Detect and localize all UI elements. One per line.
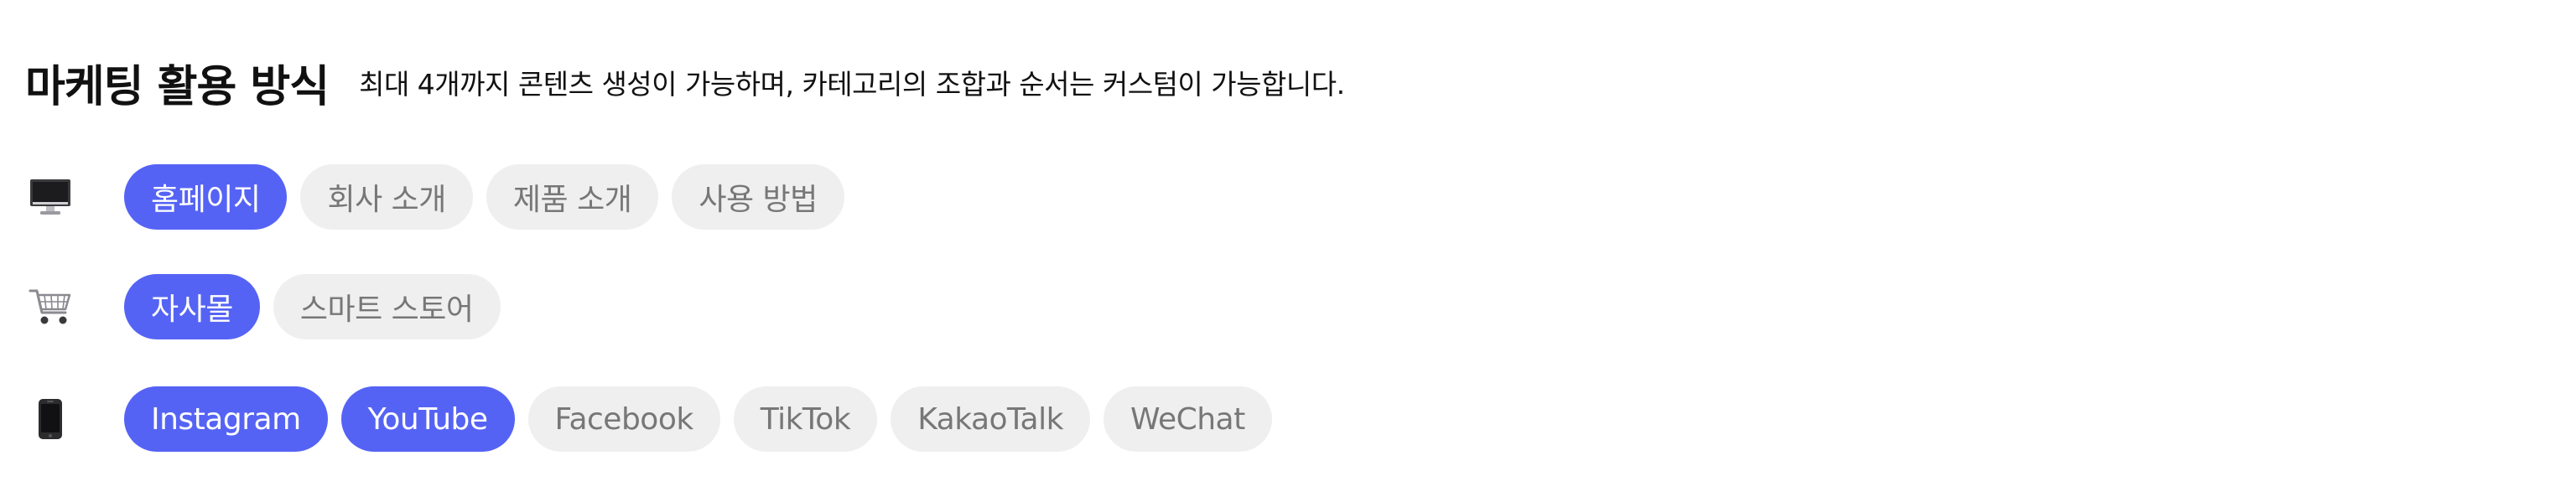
chip-tiktok[interactable]: TikTok — [733, 386, 878, 452]
chip-company-intro[interactable]: 회사 소개 — [300, 164, 473, 230]
shopping-cart-icon — [25, 282, 75, 332]
category-row-store: 자사몰 스마트 스토어 — [25, 273, 501, 340]
chip-label: Facebook — [554, 401, 694, 437]
chip-label: 스마트 스토어 — [299, 293, 474, 327]
chip-wechat[interactable]: WeChat — [1103, 386, 1272, 452]
chip-facebook[interactable]: Facebook — [527, 386, 720, 452]
chip-label: 제품 소개 — [512, 183, 632, 217]
chip-label: 자사몰 — [151, 293, 233, 327]
chip-group-social: Instagram YouTube Facebook TikTok KakaoT… — [124, 386, 1272, 453]
chip-group-store: 자사몰 스마트 스토어 — [124, 273, 501, 340]
chip-product-intro[interactable]: 제품 소개 — [486, 164, 659, 230]
chip-label: WeChat — [1130, 401, 1245, 437]
chip-label: 사용 방법 — [699, 183, 818, 217]
chip-label: TikTok — [760, 401, 851, 437]
section-description: 최대 4개까지 콘텐츠 생성이 가능하며, 카테고리의 조합과 순서는 커스텀이… — [359, 68, 1345, 101]
mobile-phone-icon — [25, 394, 75, 444]
chip-homepage[interactable]: 홈페이지 — [124, 164, 288, 230]
category-row-homepage: 홈페이지 회사 소개 제품 소개 사용 방법 — [25, 163, 844, 230]
chip-label: Instagram — [151, 401, 301, 437]
chip-own-mall[interactable]: 자사몰 — [124, 274, 260, 339]
chip-kakaotalk[interactable]: KakaoTalk — [891, 386, 1090, 452]
section-header: 마케팅 활용 방식 최대 4개까지 콘텐츠 생성이 가능하며, 카테고리의 조합… — [25, 49, 1345, 116]
chip-label: YouTube — [367, 401, 488, 437]
category-row-social: Instagram YouTube Facebook TikTok KakaoT… — [25, 386, 1272, 453]
chip-instagram[interactable]: Instagram — [124, 386, 328, 452]
chip-label: 회사 소개 — [327, 183, 446, 217]
desktop-computer-icon — [25, 172, 75, 222]
chip-group-homepage: 홈페이지 회사 소개 제품 소개 사용 방법 — [124, 163, 844, 230]
chip-youtube[interactable]: YouTube — [340, 386, 515, 452]
chip-how-to-use[interactable]: 사용 방법 — [672, 164, 844, 230]
section-title: 마케팅 활용 방식 — [25, 61, 330, 112]
chip-label: KakaoTalk — [917, 401, 1063, 437]
chip-smart-store[interactable]: 스마트 스토어 — [273, 274, 501, 339]
chip-label: 홈페이지 — [151, 183, 261, 217]
